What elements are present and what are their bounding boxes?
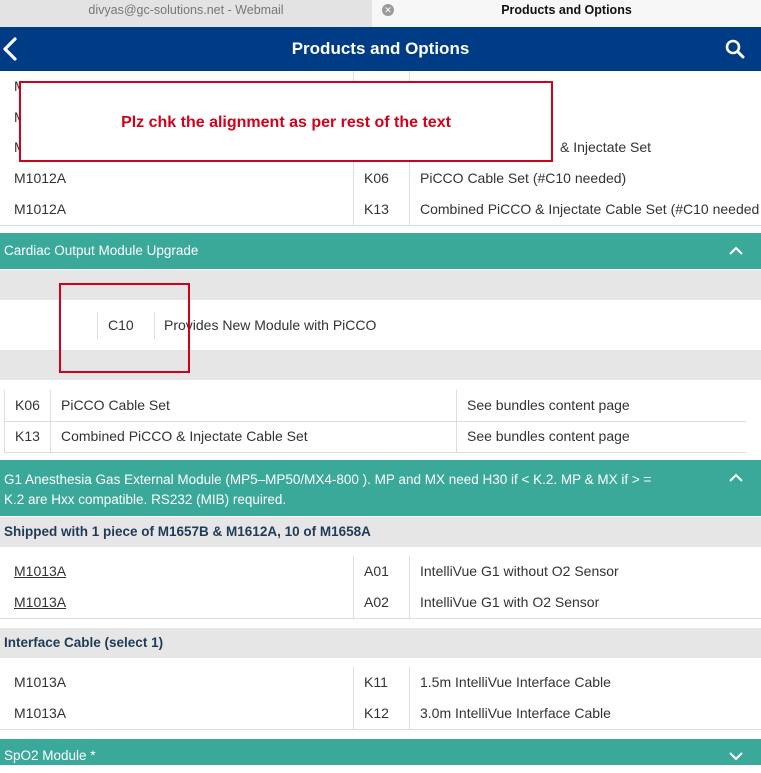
search-icon[interactable] bbox=[725, 39, 745, 59]
review-comment-box: Plz chk the alignment as per rest of the… bbox=[19, 81, 553, 162]
part-number: M1013A bbox=[14, 705, 67, 721]
table-row: K06 PiCCO Cable Set See bundles content … bbox=[4, 390, 746, 422]
part-number: M1013A bbox=[14, 674, 67, 690]
review-comment-text: Plz chk the alignment as per rest of the… bbox=[121, 114, 451, 131]
page-title: Products and Options bbox=[291, 39, 470, 58]
option-description: 3.0m IntelliVue Interface Cable bbox=[420, 705, 611, 721]
option-code: K06 bbox=[364, 170, 389, 186]
tab-products-options[interactable]: Products and Options bbox=[372, 0, 761, 27]
chevron-down-icon[interactable] bbox=[729, 751, 743, 761]
browser-tab-bar: divyas@gc-solutions.net - Webmail Produc… bbox=[0, 0, 761, 27]
chevron-up-icon[interactable] bbox=[729, 473, 743, 483]
option-code: K11 bbox=[364, 674, 388, 690]
subheader-label: Interface Cable (select 1) bbox=[4, 635, 164, 650]
bundle-note: See bundles content page bbox=[467, 428, 630, 444]
table-row: K13 Combined PiCCO & Injectate Cable Set… bbox=[4, 421, 746, 453]
option-description: Combined PiCCO & Injectate Cable Set (#C… bbox=[420, 201, 760, 217]
option-code: K06 bbox=[15, 397, 40, 413]
bundle-note: See bundles content page bbox=[467, 397, 630, 413]
table-row: M1013A A02 IntelliVue G1 with O2 Sensor bbox=[0, 587, 761, 619]
option-description: Provides New Module with PiCCO bbox=[164, 317, 377, 333]
option-description: PiCCO Cable Set (#C10 needed) bbox=[420, 170, 627, 186]
option-code: A02 bbox=[364, 594, 389, 610]
option-code: K13 bbox=[15, 428, 40, 444]
option-description: & Injectate Set bbox=[560, 139, 652, 155]
table-row: M1013A K12 3.0m IntelliVue Interface Cab… bbox=[0, 698, 761, 730]
option-description: PiCCO Cable Set bbox=[61, 397, 170, 413]
subheader-interface-cable: Interface Cable (select 1) bbox=[0, 628, 761, 658]
tab-webmail[interactable]: divyas@gc-solutions.net - Webmail bbox=[0, 0, 372, 27]
part-number-link[interactable]: M1013A bbox=[14, 587, 66, 618]
option-code: K12 bbox=[364, 705, 389, 721]
tab-products-label: Products and Options bbox=[501, 3, 632, 17]
option-description: Combined PiCCO & Injectate Cable Set bbox=[61, 428, 308, 444]
section-title: SpO2 Module * bbox=[4, 748, 96, 763]
table-row: M1013A A01 IntelliVue G1 without O2 Sens… bbox=[0, 556, 761, 588]
highlight-box bbox=[59, 283, 190, 373]
option-description: IntelliVue G1 without O2 Sensor bbox=[420, 563, 619, 579]
tab-webmail-label: divyas@gc-solutions.net - Webmail bbox=[88, 3, 284, 17]
section-title: Cardiac Output Module Upgrade bbox=[4, 243, 199, 258]
part-number: M1012A bbox=[14, 201, 67, 217]
part-number-link[interactable]: M1013A bbox=[14, 556, 66, 587]
subheader-label: Shipped with 1 piece of M1657B & M1612A,… bbox=[4, 524, 371, 539]
chevron-up-icon[interactable] bbox=[729, 246, 743, 256]
table-row: M1012A K13 Combined PiCCO & Injectate Ca… bbox=[0, 194, 761, 226]
table-row: M1012A K06 PiCCO Cable Set (#C10 needed) bbox=[0, 163, 761, 195]
table-row: M1013A K11 1.5m IntelliVue Interface Cab… bbox=[0, 667, 761, 699]
option-description: IntelliVue G1 with O2 Sensor bbox=[420, 594, 600, 610]
subheader-shipped-with: Shipped with 1 piece of M1657B & M1612A,… bbox=[0, 517, 761, 547]
section-title-line2: K.2 are Hxx compatible. RS232 (MIB) requ… bbox=[4, 492, 287, 507]
option-code: A01 bbox=[364, 563, 389, 579]
tab-close-icon[interactable]: ✕ bbox=[382, 4, 394, 16]
section-header-cardiac-output[interactable]: Cardiac Output Module Upgrade bbox=[0, 233, 761, 269]
option-code: K13 bbox=[364, 201, 389, 217]
section-header-spo2[interactable]: SpO2 Module * bbox=[0, 739, 761, 765]
part-number: M1012A bbox=[14, 170, 67, 186]
app-header: Products and Options bbox=[0, 27, 761, 71]
section-title-line1: G1 Anesthesia Gas External Module (MP5–M… bbox=[4, 472, 652, 487]
section-header-g1-gas-module[interactable]: G1 Anesthesia Gas External Module (MP5–M… bbox=[0, 460, 761, 516]
option-description: 1.5m IntelliVue Interface Cable bbox=[420, 674, 611, 690]
